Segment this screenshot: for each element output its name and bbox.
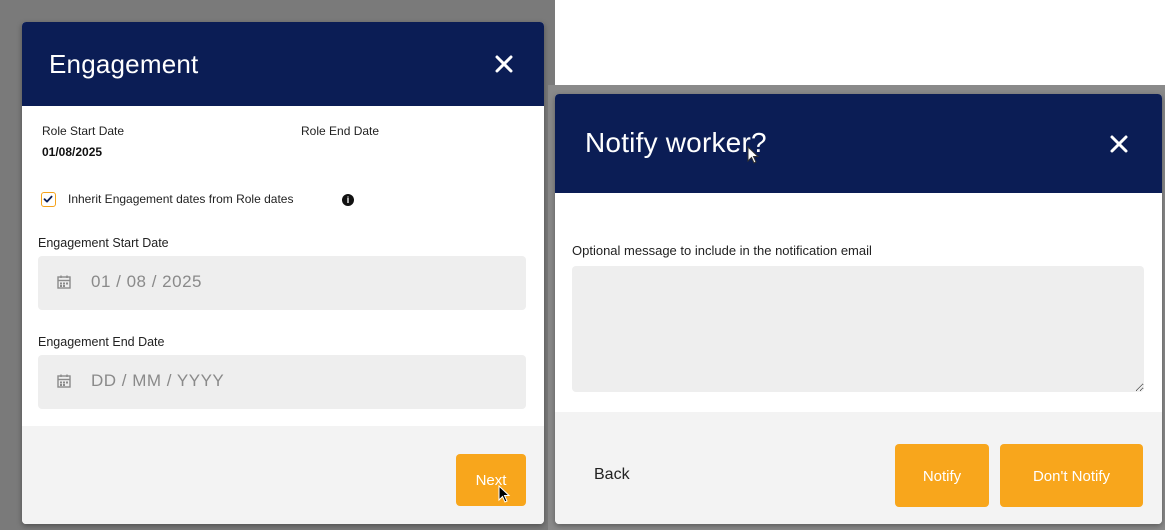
engagement-end-date-input[interactable]: DD / MM / YYYY [38,355,526,409]
next-button[interactable]: Next [456,454,526,506]
back-button[interactable]: Back [594,466,630,484]
dont-notify-button[interactable]: Don't Notify [1000,444,1143,507]
notify-modal-title: Notify worker? [585,127,767,158]
notification-message-textarea[interactable] [572,266,1144,392]
calendar-icon [56,373,72,389]
engagement-end-date-placeholder: DD / MM / YYYY [91,371,225,390]
notification-message-label: Optional message to include in the notif… [572,243,872,258]
engagement-modal: Engagement Role Start Date 01/08/2025 Ro… [22,22,544,524]
inherit-dates-checkbox[interactable] [41,192,56,207]
engagement-end-date-label: Engagement End Date [38,335,165,349]
notify-button[interactable]: Notify [895,444,989,507]
close-icon[interactable] [1104,129,1134,159]
engagement-start-date-input[interactable]: 01 / 08 / 2025 [38,256,526,310]
role-end-date-label: Role End Date [301,124,380,138]
inherit-dates-label[interactable]: Inherit Engagement dates from Role dates [68,192,293,206]
engagement-modal-header: Engagement [22,22,544,106]
mouse-cursor-icon [747,145,761,166]
role-start-date-label: Role Start Date [42,124,125,138]
mouse-cursor-icon [498,484,512,505]
engagement-start-date-label: Engagement Start Date [38,236,169,250]
close-icon[interactable] [489,49,519,79]
role-start-date-value: 01/08/2025 [42,145,103,159]
engagement-modal-title: Engagement [49,49,199,79]
info-icon[interactable]: i [342,194,354,206]
engagement-start-date-value: 01 / 08 / 2025 [91,272,202,291]
calendar-icon [56,274,72,290]
notify-modal-header: Notify worker? [555,94,1162,193]
notify-worker-modal: Notify worker? Optional message to inclu… [555,94,1162,524]
